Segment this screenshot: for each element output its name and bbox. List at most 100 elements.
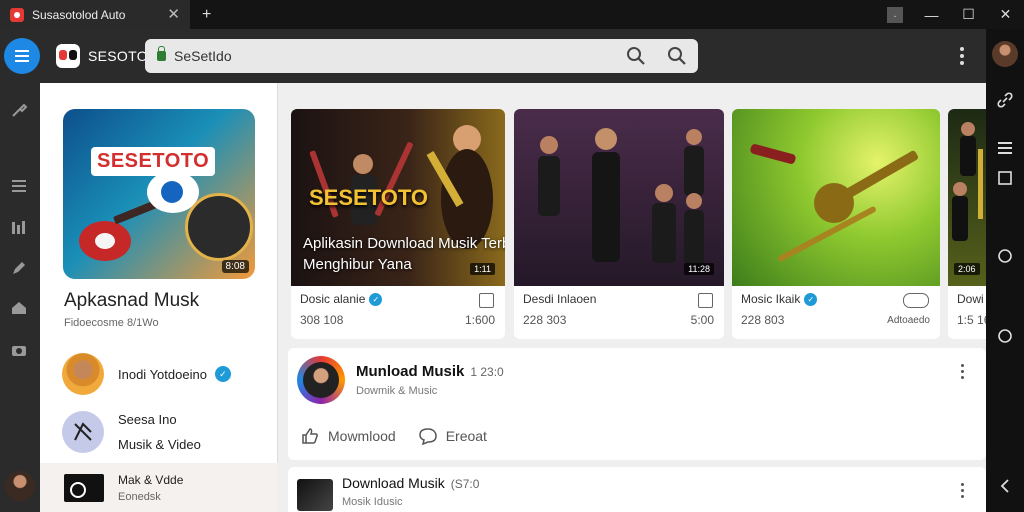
dot: [960, 364, 964, 367]
search-icon[interactable]: [625, 45, 647, 67]
extension-button[interactable]: .: [887, 6, 903, 23]
user-avatar: [62, 411, 104, 453]
hamburger-menu-button[interactable]: [4, 38, 40, 74]
home-circle-icon[interactable]: [996, 247, 1014, 265]
save-icon[interactable]: [479, 293, 494, 308]
profile-avatar[interactable]: [992, 41, 1018, 67]
list-icon[interactable]: [8, 175, 30, 197]
video-meta: 228 303: [523, 313, 567, 327]
menu-line: [15, 55, 29, 57]
link-icon[interactable]: [996, 91, 1014, 109]
user-name: Inodi Yotdoeino: [118, 366, 207, 382]
video-thumbnail: [732, 109, 940, 286]
video-title-text: Mosic Ikaik: [741, 292, 801, 306]
video-card[interactable]: 2:06 Dowi 1:5 16: [948, 109, 986, 339]
video-card[interactable]: Mosic Ikaik ✓ 228 803 Adtoaedo: [732, 109, 940, 339]
feed-title-text: Download Musik: [342, 475, 445, 491]
dot: [960, 61, 964, 65]
title-bar: Susasotolod Auto ✕ + . — ☐ ✕: [0, 0, 1024, 29]
hero-banner: SESETOTO: [91, 147, 216, 176]
hero-banner-text: SESETOTO: [97, 150, 210, 172]
video-meta: 308 108: [300, 313, 344, 327]
feed-count: (S7:0: [450, 477, 480, 491]
more-options-icon[interactable]: [959, 483, 965, 501]
user-avatar: [62, 353, 104, 395]
video-duration: 2:06: [954, 263, 980, 275]
user-row[interactable]: Seesa Ino Musik & Video: [62, 411, 201, 453]
hero-card[interactable]: SESETOTO 8:08: [63, 109, 255, 279]
left-rail: [0, 83, 40, 512]
home-icon[interactable]: [8, 297, 30, 319]
video-card[interactable]: 11:28 Desdi Inlaoen 228 303 5:00: [514, 109, 724, 339]
video-count: Adtoaedo: [887, 315, 930, 326]
new-tab-button[interactable]: +: [202, 6, 211, 24]
edit-icon[interactable]: [8, 257, 30, 279]
dot: [960, 495, 964, 498]
feed-count: 1 23:0: [470, 365, 504, 379]
video-thumbnail: [514, 109, 724, 286]
address-text: SeSetIdo: [174, 48, 232, 64]
tab-close-button[interactable]: ✕: [167, 5, 180, 23]
brand-logo-icon: [56, 44, 80, 68]
dot: [960, 376, 964, 379]
sidebar-title: Apkasnad Musk: [64, 290, 200, 311]
video-meta: 228 803: [741, 313, 785, 327]
camera-icon[interactable]: [8, 339, 30, 361]
dot: [960, 54, 964, 58]
close-window-button[interactable]: ✕: [987, 0, 1024, 29]
menu-line: [15, 60, 29, 62]
hero-duration: 8:08: [221, 260, 249, 273]
dot: [960, 489, 964, 492]
feed-title: Download Musik (S7:0: [342, 475, 479, 491]
maximize-button[interactable]: ☐: [950, 0, 987, 29]
footer-text: Mak & Vdde Eonedsk: [118, 473, 183, 503]
dot: [960, 47, 964, 51]
tools-icon[interactable]: [8, 99, 30, 121]
comment-button[interactable]: Ereoat: [418, 426, 487, 446]
dot: [960, 370, 964, 373]
brand-name: SESOTO: [88, 48, 148, 64]
save-icon[interactable]: [698, 293, 713, 308]
feed-title: Munload Musik 1 23:0: [356, 363, 504, 380]
verified-icon: ✓: [214, 366, 231, 382]
sidebar-subtitle: Fidoecosme 8/1Wo: [64, 317, 159, 329]
feed-item[interactable]: Download Musik (S7:0 Mosik Idusic: [288, 467, 986, 512]
musician-graphic: [952, 122, 983, 241]
sidebar-footer-item[interactable]: Mak & Vdde Eonedsk: [40, 463, 278, 512]
thumbnail-overlay-title: Aplikasin Download Musik Terbaik putur M…: [303, 235, 505, 273]
browser-tab[interactable]: Susasotolod Auto ✕: [0, 0, 190, 29]
toggle-icon[interactable]: [903, 293, 929, 308]
footer-thumbnail: [64, 473, 104, 502]
footer-subtitle: Eonedsk: [118, 490, 161, 503]
square-icon[interactable]: [996, 169, 1014, 187]
video-thumbnail: [948, 109, 986, 286]
more-options-icon[interactable]: [952, 43, 972, 69]
video-duration: 11:28: [684, 263, 714, 275]
library-icon[interactable]: [8, 217, 30, 239]
user-text: Seesa Ino Musik & Video: [104, 412, 201, 452]
thumbnail-brand: SESETOTO: [309, 185, 429, 210]
user-subtitle: Musik & Video: [118, 437, 201, 452]
band-graphic: [538, 128, 704, 265]
brand-mark-icon: [74, 422, 92, 441]
like-button[interactable]: Mowmlood: [300, 426, 396, 446]
channel-avatar[interactable]: [297, 356, 345, 404]
video-meta: 1:5 16: [957, 313, 986, 327]
address-bar[interactable]: SeSetIdo: [145, 39, 698, 73]
feed-item[interactable]: Munload Musik 1 23:0 Dowmik & Music Mowml…: [288, 348, 986, 460]
menu-icon[interactable]: [996, 139, 1014, 157]
user-avatar[interactable]: [5, 471, 35, 501]
main-content: SESETOTO Aplikasin Download Musik Terbai…: [278, 83, 986, 512]
more-options-icon[interactable]: [959, 364, 965, 382]
lock-icon: [157, 46, 166, 61]
video-card[interactable]: SESETOTO Aplikasin Download Musik Terbai…: [291, 109, 505, 339]
video-title: Dosic alanie ✓: [300, 292, 383, 306]
back-icon[interactable]: [996, 477, 1014, 495]
feed-title-text: Munload Musik: [356, 363, 465, 380]
circle-icon[interactable]: [996, 327, 1014, 345]
dot: [960, 483, 964, 486]
video-title: Desdi Inlaoen: [523, 292, 597, 306]
minimize-button[interactable]: —: [913, 0, 950, 29]
search-icon[interactable]: [666, 45, 688, 67]
user-row[interactable]: Inodi Yotdoeino ✓: [62, 353, 231, 395]
